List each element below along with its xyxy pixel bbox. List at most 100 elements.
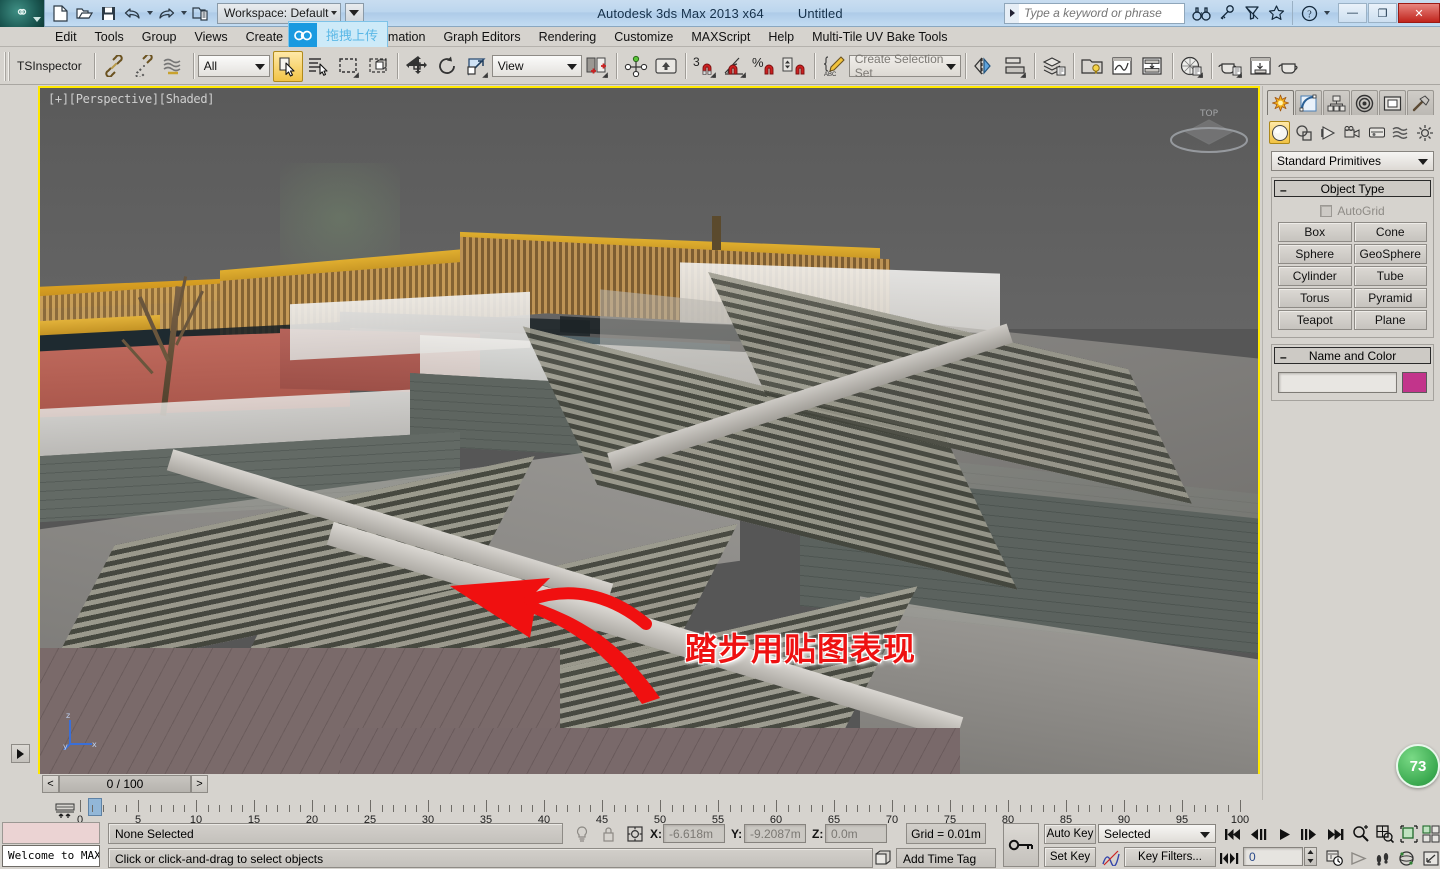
current-frame-field[interactable]: 0 (1243, 847, 1303, 866)
set-project-folder-icon[interactable] (189, 2, 212, 24)
play-animation-button[interactable] (1272, 823, 1297, 845)
create-tab[interactable] (1267, 90, 1294, 115)
view-cube-icon[interactable]: TOP (1166, 94, 1252, 160)
align-icon[interactable] (1000, 51, 1030, 82)
toolbar-grip[interactable] (4, 51, 11, 81)
box-button[interactable]: Box (1278, 222, 1352, 242)
pencil-braces-icon[interactable]: ABC (819, 51, 849, 82)
primitive-type-combo[interactable]: Standard Primitives (1271, 151, 1434, 171)
link-chain-icon[interactable] (99, 51, 129, 82)
expand-panel-button[interactable] (11, 744, 30, 763)
undo-dropdown-icon[interactable] (145, 2, 154, 24)
z-coordinate-field[interactable]: 0.0m (825, 824, 887, 843)
percent-snap-icon[interactable]: % (750, 51, 780, 82)
application-menu-button[interactable]: ⚭ (0, 0, 45, 27)
geosphere-button[interactable]: GeoSphere (1353, 244, 1427, 264)
auto-key-button[interactable]: Auto Key (1044, 824, 1096, 844)
render-teapot-icon[interactable] (1276, 51, 1306, 82)
time-tag-cube-icon[interactable] (872, 848, 894, 868)
autogrid-checkbox[interactable] (1320, 205, 1333, 217)
redo-arrow-icon[interactable] (155, 2, 178, 24)
move-gizmo-icon[interactable] (402, 51, 432, 82)
add-time-tag-button[interactable]: Add Time Tag (896, 848, 996, 868)
menu-item-tools[interactable]: Tools (86, 28, 133, 46)
subscription-key-icon[interactable] (1214, 1, 1239, 25)
pivot-center-icon[interactable] (582, 51, 612, 82)
next-frame-button[interactable] (1296, 823, 1321, 845)
rectangle-region-icon[interactable] (333, 51, 363, 82)
search-binoculars-icon[interactable] (1189, 1, 1214, 25)
layers-icon[interactable] (1039, 51, 1069, 82)
cameras-button[interactable] (1342, 121, 1363, 144)
go-to-start-button[interactable] (1220, 823, 1245, 845)
menu-item-graph-editors[interactable]: Graph Editors (434, 28, 529, 46)
schematic-view-icon[interactable] (1138, 51, 1168, 82)
space-warps-button[interactable] (1390, 121, 1411, 144)
menu-item-create[interactable]: Create (237, 28, 293, 46)
manipulate-icon[interactable] (621, 51, 651, 82)
save-disk-icon[interactable] (97, 2, 120, 24)
motion-tab[interactable] (1351, 90, 1378, 115)
sphere-button[interactable]: Sphere (1278, 244, 1352, 264)
search-input[interactable] (1019, 3, 1184, 23)
menu-item-rendering[interactable]: Rendering (530, 28, 606, 46)
modify-tab[interactable] (1295, 90, 1322, 115)
zoom-tool-button[interactable] (1348, 823, 1373, 845)
menu-item-edit[interactable]: Edit (46, 28, 86, 46)
infocenter-search[interactable] (1004, 2, 1185, 24)
cone-button[interactable]: Cone (1353, 222, 1427, 242)
menu-item-multi-tile-uv-bake-tools[interactable]: Multi-Tile UV Bake Tools (803, 28, 956, 46)
help-dropdown-icon[interactable] (1322, 2, 1331, 24)
selection-lock-icon[interactable] (598, 824, 618, 844)
keyboard-shortcut-override-icon[interactable] (651, 51, 681, 82)
render-setup-teapot-icon[interactable] (1216, 51, 1246, 82)
material-sphere-icon[interactable] (1177, 51, 1207, 82)
snap-magnet-icon[interactable]: 3 (690, 51, 720, 82)
utilities-tab[interactable] (1407, 90, 1434, 115)
select-by-name-icon[interactable] (303, 51, 333, 82)
torus-button[interactable]: Torus (1278, 288, 1352, 308)
helpers-button[interactable] (1366, 121, 1387, 144)
select-arrow-icon[interactable] (272, 50, 303, 82)
pyramid-button[interactable]: Pyramid (1353, 288, 1427, 308)
maxscript-mini-listener[interactable]: Welcome to MAXScript (2, 845, 100, 867)
autogrid-row[interactable]: AutoGrid (1278, 203, 1427, 222)
name-and-color-header[interactable]: – Name and Color (1274, 347, 1431, 364)
close-button[interactable]: ✕ (1398, 3, 1440, 23)
selection-filter-combo[interactable]: All (197, 55, 270, 77)
time-slider-handle[interactable]: < 0 / 100 > (42, 775, 208, 793)
unlink-chain-icon[interactable] (129, 51, 159, 82)
object-color-swatch[interactable] (1402, 372, 1427, 393)
object-type-header[interactable]: – Object Type (1274, 180, 1431, 197)
go-to-end-button[interactable] (1322, 823, 1347, 845)
set-key-curve-icon[interactable] (1100, 848, 1122, 867)
systems-button[interactable] (1415, 121, 1436, 144)
window-crossing-icon[interactable] (363, 51, 393, 82)
spinner-snap-icon[interactable] (780, 51, 810, 82)
lights-button[interactable] (1318, 121, 1339, 144)
previous-frame-arrow[interactable]: < (42, 775, 59, 793)
help-question-icon[interactable]: ? (1297, 1, 1322, 25)
arc-rotate-button[interactable] (1394, 847, 1419, 869)
search-expand-icon[interactable] (1005, 3, 1019, 23)
frame-counter-display[interactable]: 0 / 100 (59, 775, 191, 793)
key-mode-toggle-button[interactable] (1003, 823, 1039, 867)
key-filter-mode-combo[interactable]: Selected (1098, 824, 1216, 843)
angle-snap-icon[interactable] (720, 51, 750, 82)
teapot-button[interactable]: Teapot (1278, 310, 1352, 330)
curve-editor-icon[interactable] (1108, 51, 1138, 82)
maximize-viewport-button[interactable] (1418, 823, 1440, 845)
next-frame-arrow[interactable]: > (191, 775, 208, 793)
perspective-viewport[interactable]: [+][Perspective][Shaded] 踏步用贴图表现 z x y T… (40, 88, 1258, 798)
named-selection-set-combo[interactable]: Create Selection Set (848, 52, 961, 80)
key-mode-button[interactable] (1216, 847, 1241, 869)
menu-item-views[interactable]: Views (185, 28, 236, 46)
set-key-button[interactable]: Set Key (1044, 847, 1096, 867)
restore-button[interactable]: ❐ (1368, 3, 1397, 23)
field-of-view-button[interactable] (1346, 847, 1371, 869)
viewport-container[interactable]: [+][Perspective][Shaded] 踏步用贴图表现 z x y T… (38, 86, 1260, 800)
menu-item-customize[interactable]: Customize (605, 28, 682, 46)
undo-arrow-icon[interactable] (121, 2, 144, 24)
absolute-relative-transform-icon[interactable] (624, 823, 646, 845)
notification-badge[interactable]: 73 (1396, 744, 1440, 788)
